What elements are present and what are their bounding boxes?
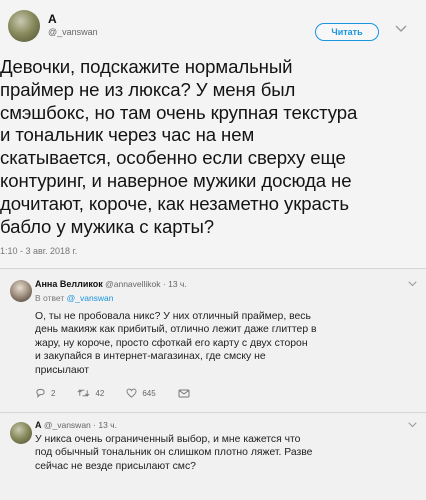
twitter-thread: А @_vanswan Читать Девочки, подскажите н… <box>0 0 426 500</box>
heart-icon <box>126 388 137 398</box>
tweet-timestamp[interactable]: 1:10 - 3 авг. 2018 г. <box>0 246 77 256</box>
tweet-text-line: контуринг, и наверное мужики досюда не <box>0 169 352 191</box>
retweet-icon <box>78 389 90 397</box>
display-name[interactable]: Анна Велликок <box>35 279 103 289</box>
chevron-down-icon[interactable] <box>408 279 417 289</box>
main-tweet: А @_vanswan Читать Девочки, подскажите н… <box>0 0 426 268</box>
tweet-text: Девочки, подскажите нормальный праймер н… <box>0 56 420 238</box>
avatar[interactable] <box>10 280 32 302</box>
reply-text-line: жару, ну короче, просто сфоткай его карт… <box>35 337 308 349</box>
reply-text: О, ты не пробовала никс? У них отличный … <box>35 310 423 377</box>
follow-button[interactable]: Читать <box>315 23 379 41</box>
direct-message-button[interactable] <box>178 389 195 398</box>
reply-header: Анна Велликок @annavellikok · 13 ч. <box>35 279 187 289</box>
tweet-actions: 2 42 645 <box>35 388 217 398</box>
like-button[interactable]: 645 <box>126 388 156 398</box>
in-reply-handle[interactable]: @_vanswan <box>67 293 114 303</box>
tweet-text-line: праймер не из люкса? У меня был <box>0 78 296 100</box>
user-handle[interactable]: @annavellikok <box>105 279 160 289</box>
reply-text-line: под обычный тональник он слишком плотно … <box>35 447 313 459</box>
reply-text-line: и закупайся в интернет-магазинах, где см… <box>35 351 266 363</box>
tweet-text-line: скатывается, особенно если сверху еще <box>0 147 346 169</box>
avatar[interactable] <box>10 422 32 444</box>
tweet-text-line: смэшбокс, но там очень крупная текстура <box>0 101 358 123</box>
display-name[interactable]: А <box>48 12 57 26</box>
in-reply-prefix: В ответ <box>35 293 65 303</box>
retweet-button[interactable]: 42 <box>77 388 104 398</box>
display-name[interactable]: А <box>35 420 42 430</box>
reply-header: А @_vanswan · 13 ч. <box>35 420 117 430</box>
retweet-count: 42 <box>95 388 105 398</box>
like-count: 645 <box>142 388 156 398</box>
reply-text-line: У никса очень ограниченный выбор, и мне … <box>35 434 301 445</box>
chevron-down-icon[interactable] <box>395 24 407 36</box>
reply-tweet[interactable]: А @_vanswan · 13 ч. У никса очень ограни… <box>0 414 426 500</box>
reply-text-line: сейчас не везде присылают смс? <box>35 460 196 472</box>
tweet-text-line: дочитают, короче, как незаметно украсть <box>0 192 349 214</box>
tweet-text-line: и тональник через час на нем <box>0 124 255 146</box>
envelope-icon <box>178 389 190 397</box>
divider <box>0 412 426 413</box>
reply-text-line: присылают <box>35 364 90 376</box>
user-handle[interactable]: @_vanswan <box>44 420 91 430</box>
reply-button[interactable]: 2 <box>35 388 55 398</box>
reply-time[interactable]: · 13 ч. <box>93 420 117 430</box>
avatar[interactable] <box>8 10 40 42</box>
divider <box>0 268 426 269</box>
reply-tweet[interactable]: Анна Велликок @annavellikok · 13 ч. В от… <box>0 270 426 412</box>
tweet-text-line: Девочки, подскажите нормальный <box>0 56 293 77</box>
user-handle[interactable]: @_vanswan <box>48 27 98 37</box>
reply-text-line: день макияж как прибитый, отлично лежит … <box>35 324 317 336</box>
reply-text: У никса очень ограниченный выбор, и мне … <box>35 433 423 473</box>
reply-icon <box>36 388 45 398</box>
reply-time[interactable]: · 13 ч. <box>163 279 187 289</box>
tweet-text-line: бабло у мужика с карты? <box>0 215 214 237</box>
chevron-down-icon[interactable] <box>408 420 417 430</box>
in-reply-to: В ответ @_vanswan <box>35 293 114 303</box>
reply-text-line: О, ты не пробовала никс? У них отличный … <box>35 311 311 322</box>
reply-count: 2 <box>51 388 56 398</box>
